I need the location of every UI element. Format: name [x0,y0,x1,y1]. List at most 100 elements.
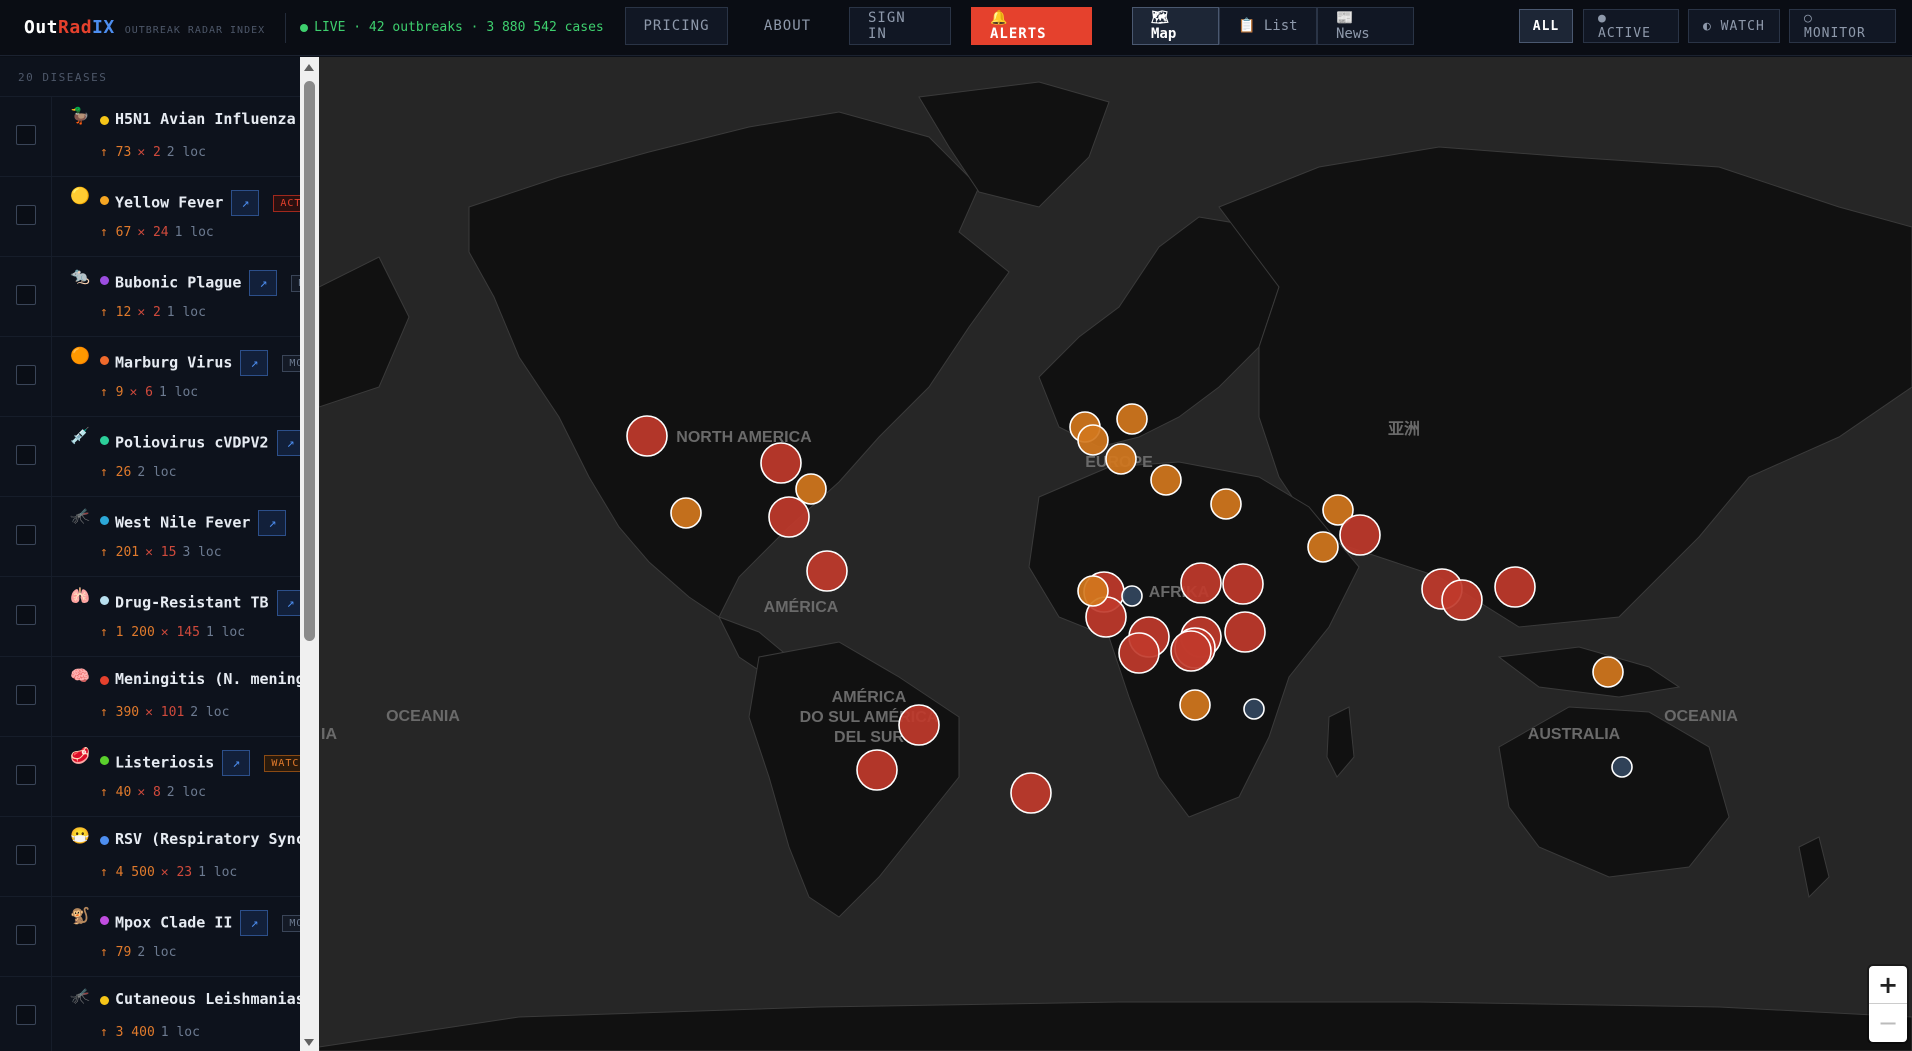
outbreak-marker-watch[interactable] [1077,575,1109,607]
scroll-down-icon[interactable] [304,1039,314,1046]
outbreak-marker-active[interactable] [898,704,940,746]
outbreak-marker-active[interactable] [1339,514,1381,556]
disease-name[interactable]: West Nile Fever [115,514,250,532]
filter-monitor-button[interactable]: ○ MONITOR [1789,9,1896,43]
outbreak-marker-active[interactable] [760,442,802,484]
outbreak-marker-active[interactable] [1118,632,1160,674]
pricing-button[interactable]: PRICING [625,7,728,45]
disease-checkbox[interactable] [16,445,36,465]
outbreak-marker-active[interactable] [626,415,668,457]
disease-row[interactable]: 🟠Marburg Virus↗MONITOR↑ 9✕ 61 loc [0,337,318,417]
zoom-out-button[interactable]: − [1869,1004,1907,1042]
disease-name[interactable]: Drug-Resistant TB [115,594,269,612]
trend-button[interactable]: ↗ [240,910,269,936]
outbreak-marker-active[interactable] [806,550,848,592]
tab-news[interactable]: 📰 News [1317,7,1414,45]
disease-name[interactable]: Mpox Clade II [115,914,232,932]
outbreak-marker-active[interactable] [1494,566,1536,608]
outbreak-marker-watch[interactable] [1150,464,1182,496]
outbreak-marker-watch[interactable] [1307,531,1339,563]
outbreak-marker-active[interactable] [1180,562,1222,604]
disease-name[interactable]: H5N1 Avian Influenza [115,110,296,128]
disease-name[interactable]: Poliovirus cVDPV2 [115,434,269,452]
filter-watch-button[interactable]: ◐ WATCH [1688,9,1780,43]
disease-row[interactable]: 🦆 H5N1 Avian Influenza ↑ 73 ✕ 2 2 loc [0,97,318,177]
brand[interactable]: OutRadIX OUTBREAK RADAR INDEX [24,17,265,38]
disease-checkbox[interactable] [16,125,36,145]
outbreak-marker-watch[interactable] [1210,488,1242,520]
outbreak-marker-active[interactable] [768,496,810,538]
outbreak-marker-active[interactable] [856,749,898,791]
disease-checkbox[interactable] [16,1005,36,1025]
trend-button[interactable]: ↗ [258,510,287,536]
disease-name[interactable]: Listeriosis [115,754,214,772]
outbreak-marker-active[interactable] [1224,611,1266,653]
disease-name-line[interactable]: Drug-Resistant TB ↗ [115,590,305,616]
disease-row[interactable]: 🫁 Drug-Resistant TB ↗ ↑ 1 200 ✕ 145 1 loc [0,577,318,657]
outbreak-marker-monitor[interactable] [1243,698,1265,720]
outbreak-marker-active[interactable] [1170,630,1212,672]
outbreak-marker-watch[interactable] [1592,656,1624,688]
outbreak-marker-monitor[interactable] [1121,585,1143,607]
trend-button[interactable]: ↗ [249,270,278,296]
disease-name-line[interactable]: Cutaneous Leishmaniasis [115,990,318,1008]
map-canvas[interactable]: NORTH AMERICA AMÉRICA AMÉRICA DO SUL AMÉ… [319,57,1912,1051]
tab-map[interactable]: 🗺 Map [1132,7,1219,45]
outbreak-marker-active[interactable] [1010,772,1052,814]
disease-name[interactable]: Yellow Fever [115,194,223,212]
disease-name-line[interactable]: Mpox Clade II↗MONITOR [115,910,318,936]
disease-row[interactable]: 💉 Poliovirus cVDPV2 ↗ ↑ 26 2 loc [0,417,318,497]
trend-button[interactable]: ↗ [222,750,251,776]
tab-list[interactable]: 📋 List [1219,7,1317,45]
filter-active-button[interactable]: ● ACTIVE [1583,9,1679,43]
disease-name-line[interactable]: Marburg Virus↗MONITOR [115,350,318,376]
outbreak-marker-watch[interactable] [795,473,827,505]
alerts-button[interactable]: 🔔 ALERTS [971,7,1092,45]
disease-name[interactable]: Bubonic Plague [115,274,241,292]
disease-row[interactable]: 🧠 Meningitis (N. meningitidis) ↑ 390 ✕ 101 2… [0,657,318,737]
outbreak-marker-active[interactable] [1222,563,1264,605]
outbreak-marker-watch[interactable] [1077,424,1109,456]
disease-name-line[interactable]: Poliovirus cVDPV2 ↗ [115,430,305,456]
world-map[interactable]: NORTH AMERICA AMÉRICA AMÉRICA DO SUL AMÉ… [319,57,1912,1051]
logo[interactable]: OutRadIX [24,17,115,38]
disease-row[interactable]: 🦟West Nile Fever↗WATCH↑ 201✕ 153 loc [0,497,318,577]
disease-row[interactable]: 😷 RSV (Respiratory Syncytial Virus) ↑ 4 50… [0,817,318,897]
disease-checkbox[interactable] [16,525,36,545]
filter-all-button[interactable]: ALL [1519,9,1573,43]
zoom-in-button[interactable]: + [1869,966,1907,1004]
disease-name-line[interactable]: West Nile Fever↗WATCH [115,510,318,536]
trend-button[interactable]: ↗ [240,350,269,376]
disease-name[interactable]: Marburg Virus [115,354,232,372]
disease-row[interactable]: 🥩 Listeriosis ↗ WATCH ↑ 40 ✕ 82 loc [0,737,318,817]
about-button[interactable]: ABOUT [740,7,835,45]
disease-checkbox[interactable] [16,605,36,625]
disease-row[interactable]: 🦟 Cutaneous Leishmaniasis ↑ 3 400 1 loc [0,977,318,1051]
disease-checkbox[interactable] [16,845,36,865]
disease-name[interactable]: Meningitis (N. meningitidis) [115,670,318,688]
disease-row[interactable]: 🟡Yellow Fever↗ACTIVE↑ 67✕ 241 loc [0,177,318,257]
outbreak-marker-monitor[interactable] [1611,756,1633,778]
scroll-thumb[interactable] [304,81,315,641]
disease-name-line[interactable]: Meningitis (N. meningitidis) [115,670,318,688]
disease-name[interactable]: RSV (Respiratory Syncytial Virus) [115,830,318,848]
disease-checkbox[interactable] [16,205,36,225]
disease-name[interactable]: Cutaneous Leishmaniasis [115,990,318,1008]
disease-name-line[interactable]: Bubonic Plague↗MONITOR [115,270,318,296]
disease-checkbox[interactable] [16,285,36,305]
disease-checkbox[interactable] [16,685,36,705]
disease-name-line[interactable]: H5N1 Avian Influenza [115,110,296,128]
sidebar-scrollbar[interactable] [300,57,319,1051]
trend-button[interactable]: ↗ [231,190,260,216]
outbreak-marker-active[interactable] [1441,579,1483,621]
disease-name-line[interactable]: Yellow Fever↗ACTIVE [115,190,318,216]
disease-checkbox[interactable] [16,765,36,785]
outbreak-marker-watch[interactable] [1116,403,1148,435]
scroll-up-icon[interactable] [304,64,314,71]
sign-in-button[interactable]: SIGN IN [849,7,951,45]
disease-name-line[interactable]: RSV (Respiratory Syncytial Virus) [115,830,318,848]
disease-checkbox[interactable] [16,925,36,945]
disease-row[interactable]: 🐒Mpox Clade II↗MONITOR↑ 792 loc [0,897,318,977]
outbreak-marker-watch[interactable] [1179,689,1211,721]
disease-row[interactable]: 🐀Bubonic Plague↗MONITOR↑ 12✕ 21 loc [0,257,318,337]
